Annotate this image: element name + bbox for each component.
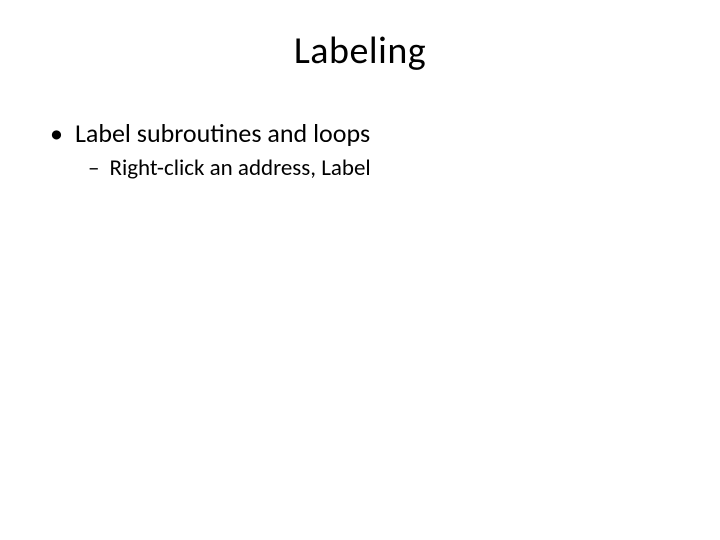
- bullet-marker: •: [50, 120, 63, 146]
- slide-title: Labeling: [50, 28, 670, 74]
- bullet-item: • Label subroutines and loops: [50, 118, 670, 149]
- sub-bullet-marker: –: [88, 157, 99, 180]
- sub-bullet-item: – Right-click an address, Label: [88, 155, 670, 183]
- sub-bullet-text: Right-click an address, Label: [109, 155, 370, 183]
- bullet-text: Label subroutines and loops: [75, 118, 370, 149]
- slide-container: Labeling • Label subroutines and loops –…: [0, 0, 720, 540]
